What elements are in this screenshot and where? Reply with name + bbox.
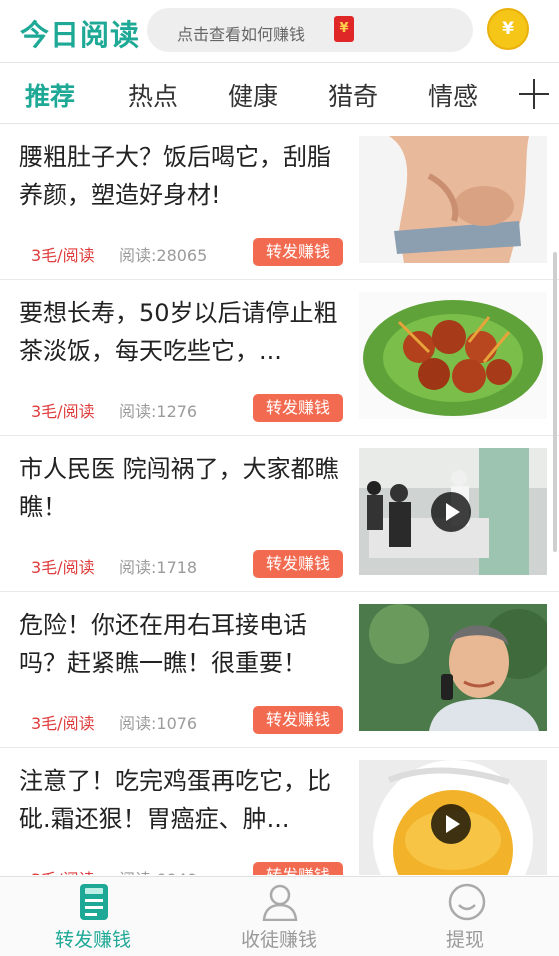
article-title[interactable]: 注意了！吃完鸡蛋再吃它，比砒.霜还狠！胃癌症、肿...	[19, 762, 347, 838]
coin-icon[interactable]: ¥	[487, 8, 529, 50]
share-earn-button[interactable]: 转发赚钱	[253, 238, 343, 266]
reward-rate: 3毛/阅读	[31, 558, 95, 577]
person-icon	[261, 883, 299, 925]
article-item[interactable]: 注意了！吃完鸡蛋再吃它，比砒.霜还狠！胃癌症、肿... 3毛/阅读 阅读:094…	[0, 748, 559, 875]
article-thumbnail[interactable]	[359, 292, 547, 419]
reward-rate: 3毛/阅读	[31, 866, 95, 875]
share-earn-button[interactable]: 转发赚钱	[253, 862, 343, 875]
article-item[interactable]: 要想长寿，50岁以后请停止粗茶淡饭，每天吃些它，... 3毛/阅读 阅读:127…	[0, 280, 559, 436]
share-earn-button[interactable]: 转发赚钱	[253, 706, 343, 734]
feed-scrollbar[interactable]	[553, 252, 557, 552]
read-count: 阅读:28065	[119, 246, 208, 265]
reward-rate: 3毛/阅读	[31, 246, 95, 265]
tab-health[interactable]: 健康	[228, 77, 278, 113]
nav-withdraw[interactable]: 提现	[372, 877, 558, 956]
article-title[interactable]: 腰粗肚子大？饭后喝它，刮脂养颜，塑造好身材!	[19, 138, 347, 214]
reward-rate: 3毛/阅读	[31, 402, 95, 421]
article-title[interactable]: 要想长寿，50岁以后请停止粗茶淡饭，每天吃些它，...	[19, 294, 347, 370]
article-thumbnail[interactable]	[359, 604, 547, 731]
nav-label: 提现	[445, 929, 484, 951]
bottom-navigation: 转发赚钱 收徒赚钱 提现	[0, 876, 559, 956]
video-thumbnail[interactable]	[359, 760, 547, 875]
read-count: 阅读:1076	[119, 714, 198, 733]
article-title[interactable]: 市人民医 院闯祸了，大家都瞧瞧！	[19, 450, 347, 526]
read-count: 阅读:1718	[119, 558, 198, 577]
coin-glyph: ¥	[502, 19, 514, 39]
share-earn-button[interactable]: 转发赚钱	[253, 550, 343, 578]
video-thumbnail[interactable]	[359, 448, 547, 575]
reward-rate: 3毛/阅读	[31, 714, 95, 733]
article-title[interactable]: 危险！你还在用右耳接电话吗？赶紧瞧一瞧！很重要！	[19, 606, 347, 682]
red-packet-icon: ¥	[334, 16, 354, 42]
read-count: 阅读:1276	[119, 402, 198, 421]
red-packet-glyph: ¥	[339, 21, 349, 36]
play-icon[interactable]	[431, 804, 471, 844]
top-header: 今日阅读 点击查看如何赚钱 ¥ ¥	[0, 0, 559, 63]
article-feed[interactable]: 腰粗肚子大？饭后喝它，刮脂养颜，塑造好身材! 3毛/阅读 阅读:28065 转发…	[0, 124, 559, 875]
article-thumbnail[interactable]	[359, 136, 547, 263]
article-item[interactable]: 市人民医 院闯祸了，大家都瞧瞧！ 3毛/阅读 阅读:1718 转发赚钱	[0, 436, 559, 592]
share-earn-button[interactable]: 转发赚钱	[253, 394, 343, 422]
app-title: 今日阅读	[20, 18, 141, 52]
search-bar[interactable]: 点击查看如何赚钱 ¥	[147, 8, 473, 52]
tab-hot[interactable]: 热点	[128, 77, 178, 113]
article-item[interactable]: 危险！你还在用右耳接电话吗？赶紧瞧一瞧！很重要！ 3毛/阅读 阅读:1076 转…	[0, 592, 559, 748]
smile-icon	[448, 883, 486, 925]
add-tab-icon[interactable]	[519, 79, 549, 109]
category-tabs: 推荐 热点 健康 猎奇 情感	[0, 63, 559, 124]
tab-recommend[interactable]: 推荐	[25, 77, 75, 113]
play-icon[interactable]	[431, 492, 471, 532]
nav-share-earn[interactable]: 转发赚钱	[0, 877, 186, 956]
article-item[interactable]: 腰粗肚子大？饭后喝它，刮脂养颜，塑造好身材! 3毛/阅读 阅读:28065 转发…	[0, 124, 559, 280]
news-icon	[79, 883, 109, 925]
nav-label: 转发赚钱	[54, 929, 131, 951]
nav-recruit-earn[interactable]: 收徒赚钱	[186, 877, 372, 956]
search-hint: 点击查看如何赚钱	[177, 25, 306, 44]
tab-emotion[interactable]: 情感	[428, 77, 478, 113]
tab-curiosity[interactable]: 猎奇	[328, 77, 378, 113]
nav-label: 收徒赚钱	[240, 929, 317, 951]
read-count: 阅读:0940	[119, 866, 197, 875]
